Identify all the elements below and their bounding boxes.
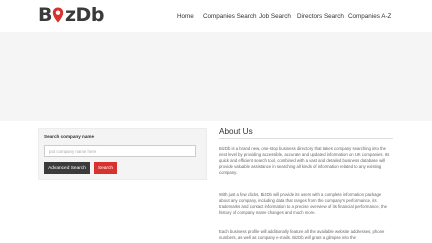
nav-companies-search[interactable]: Companies Search <box>203 11 257 23</box>
hero-banner-area <box>0 32 432 121</box>
nav-directors-search[interactable]: Directors Search <box>297 11 344 23</box>
about-paragraph-2: With just a few clicks, BizDb will provi… <box>219 192 387 216</box>
top-navbar: B zDb Home Companies Search Job Search D… <box>0 0 432 32</box>
nav-home[interactable]: Home <box>177 11 194 23</box>
nav-job-search[interactable]: Job Search <box>259 11 291 23</box>
about-paragraph-3: Each business profile will additionally … <box>219 229 385 241</box>
main-nav: Home Companies Search Job Search Directo… <box>0 11 432 23</box>
company-search-panel: Search company name Advanced Search Sear… <box>38 128 207 180</box>
nav-companies-a-z[interactable]: Companies A-Z <box>348 11 391 23</box>
about-paragraph-1: BizDb is a brand new, one-stop business … <box>219 146 390 176</box>
search-company-label: Search company name <box>44 134 95 139</box>
company-search-input[interactable] <box>44 145 196 157</box>
about-us-heading: About Us <box>219 127 253 136</box>
about-divider <box>219 138 393 139</box>
search-button[interactable]: Search <box>94 162 117 174</box>
advanced-search-button[interactable]: Advanced Search <box>44 162 90 174</box>
